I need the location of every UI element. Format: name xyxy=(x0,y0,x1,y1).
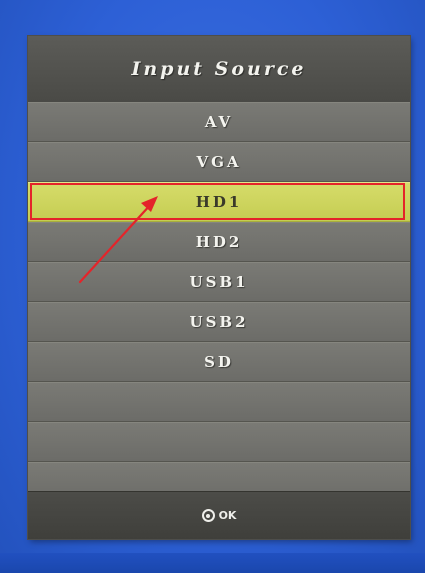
menu-title: Input Source xyxy=(131,58,307,80)
source-item-hd1[interactable]: HD1 xyxy=(28,182,410,222)
input-source-list: AV VGA HD1 HD2 USB1 USB2 SD xyxy=(28,102,410,502)
empty-row xyxy=(28,422,410,462)
source-item-hd2[interactable]: HD2 xyxy=(28,222,410,262)
source-item-label: USB1 xyxy=(189,273,249,291)
source-item-usb2[interactable]: USB2 xyxy=(28,302,410,342)
input-source-menu: Input Source AV VGA HD1 HD2 USB1 USB2 SD xyxy=(28,36,410,539)
source-item-label: USB2 xyxy=(189,313,249,331)
source-item-label: VGA xyxy=(196,153,242,171)
source-item-label: SD xyxy=(204,353,234,371)
screen-bezel xyxy=(0,553,425,573)
ok-button-icon[interactable] xyxy=(201,509,215,522)
source-item-vga[interactable]: VGA xyxy=(28,142,410,182)
menu-title-bar: Input Source xyxy=(28,36,410,103)
empty-row xyxy=(28,382,410,422)
source-item-av[interactable]: AV xyxy=(28,102,410,142)
menu-footer: OK xyxy=(28,491,410,539)
source-item-label: AV xyxy=(204,113,234,131)
source-item-sd[interactable]: SD xyxy=(28,342,410,382)
source-item-usb1[interactable]: USB1 xyxy=(28,262,410,302)
ok-label[interactable]: OK xyxy=(219,509,237,522)
source-item-label: HD1 xyxy=(195,193,243,211)
source-item-label: HD2 xyxy=(195,233,243,251)
